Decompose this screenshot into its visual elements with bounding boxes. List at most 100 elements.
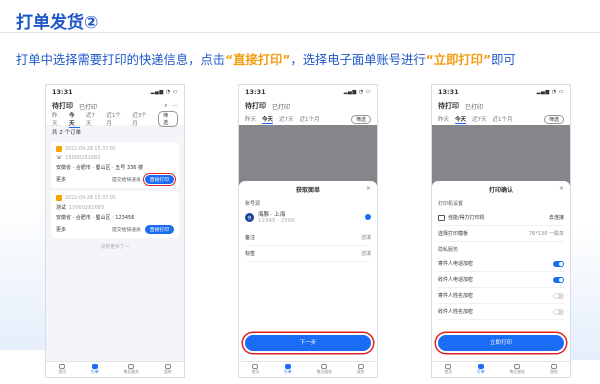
filter-button[interactable]: 筛选	[158, 111, 179, 127]
direct-print-button[interactable]: 直接打印	[144, 225, 174, 234]
close-icon[interactable]: ✕	[559, 185, 564, 192]
submit-courier-link[interactable]: 提交给快递员	[112, 226, 141, 233]
bottom-tabbar: 首页 打单 售后服务 我的	[432, 361, 570, 377]
date-tabs: 昨天 今天 近7天 近1个月 筛选	[432, 113, 570, 125]
tabbar-print[interactable]: 打单	[477, 364, 485, 375]
more-link[interactable]: 更多	[56, 176, 66, 183]
tabbar-print[interactable]: 打单	[284, 364, 292, 375]
row-label: 标签	[245, 251, 256, 257]
tab-printed[interactable]: 已打印	[79, 102, 97, 111]
tabbar-aftersale[interactable]: 售后服务	[124, 364, 139, 375]
account-sub: 12345 · 2500	[258, 218, 295, 224]
order-address: 安徽省 · 合肥市 · 蜀山区 · 五号 336 楼	[56, 165, 144, 171]
sheet-title: 打印确认	[488, 187, 513, 194]
tab-1month[interactable]: 近1个月	[300, 115, 320, 123]
tab-printed[interactable]: 已打印	[465, 102, 483, 111]
filter-button[interactable]: 筛选	[350, 114, 371, 124]
status-time: 13:31	[438, 88, 459, 96]
toggle-switch[interactable]	[553, 308, 564, 315]
app-header: 待打印 已打印	[239, 99, 377, 113]
toggle-switch[interactable]	[553, 276, 564, 283]
tabbar-mine[interactable]: 我的	[550, 364, 557, 375]
tab-1month[interactable]: 近1个月	[106, 111, 126, 127]
tab-7days[interactable]: 近7天	[86, 111, 100, 127]
tab-pending-print[interactable]: 待打印	[245, 101, 266, 111]
tabbar-label: 售后服务	[123, 369, 139, 374]
printer-icon	[438, 214, 445, 221]
signal-icon: ▂▄▆ ◔ ▭	[150, 89, 178, 95]
tabbar-aftersale[interactable]: 售后服务	[510, 364, 525, 375]
tab-1month[interactable]: 近1个月	[493, 115, 513, 123]
modal-overlay[interactable]	[239, 125, 377, 185]
tab-3months[interactable]: 近3个月	[132, 111, 152, 127]
row-value: 选填	[360, 251, 371, 257]
order-datetime: 2022-09-28 15:37:05	[65, 195, 116, 201]
slide-title: 打单发货②	[16, 13, 99, 33]
tab-pending-print[interactable]: 待打印	[438, 101, 459, 111]
phone-screenshot-print-confirm: 13:31 ▂▄▆ ◔ ▭ 待打印 已打印 昨天 今天 近7天 近1个月 筛选 …	[431, 84, 571, 378]
more-link[interactable]: 更多	[56, 226, 66, 233]
tab-7days[interactable]: 近7天	[279, 115, 294, 123]
printer-row[interactable]: 佳能/得力打印机 去连接	[438, 210, 564, 226]
tabbar-print[interactable]: 打单	[91, 364, 99, 375]
checkbox-icon[interactable]	[56, 195, 62, 201]
order-count: 共 2 个订单	[52, 130, 81, 136]
instruction-highlight-print-now: “立即打印”	[425, 53, 492, 67]
toggle-switch[interactable]	[553, 260, 564, 267]
submit-courier-link[interactable]: 提交给快递员	[112, 176, 141, 183]
tab-7days[interactable]: 近7天	[472, 115, 487, 123]
order-address: 安徽省 · 合肥市 · 蜀山区 · 123456	[56, 215, 135, 221]
sheet-title: 获取面单	[295, 187, 320, 194]
tab-today[interactable]: 今天	[68, 111, 80, 128]
order-card[interactable]: 2022-09-28 15:37:05 ☏ 15000281683 安徽省 · 合…	[51, 142, 179, 188]
more-icon[interactable]: ⋯	[173, 103, 179, 110]
checkbox-icon[interactable]	[56, 146, 62, 152]
toggle-switch[interactable]	[553, 292, 564, 299]
tab-printed[interactable]: 已打印	[272, 102, 290, 111]
row-value: 76*130 一联单	[529, 231, 564, 237]
tab-today[interactable]: 今天	[455, 115, 467, 124]
order-phone: 15000281683	[65, 155, 101, 161]
tabbar-mine[interactable]: 我的	[357, 364, 364, 375]
tabbar-label: 首页	[58, 369, 67, 374]
tabbar-label: 打单	[284, 369, 292, 374]
tag-row[interactable]: 标签 选填	[245, 246, 371, 262]
app-header: 待打印 已打印	[432, 99, 570, 113]
instruction-highlight-direct-print: “直接打印”	[225, 53, 291, 67]
instruction-part: 即可	[491, 53, 516, 67]
toggle-label: 寄件人电话加密	[438, 261, 474, 267]
order-card[interactable]: 2022-09-28 15:37:05 测试 15000281683 安徽省 · …	[51, 191, 179, 238]
tabbar-mine[interactable]: 我的	[164, 364, 171, 375]
close-icon[interactable]: ✕	[366, 185, 371, 192]
tab-yesterday[interactable]: 昨天	[245, 115, 256, 123]
instruction-text: 打单中选择需要打印的快递信息，点击“直接打印”，选择电子面单账号进行“立即打印”…	[16, 50, 516, 68]
connect-link[interactable]: 去连接	[549, 214, 564, 221]
direct-print-button[interactable]: 直接打印	[142, 173, 177, 186]
order-name: 测试	[56, 205, 67, 211]
filter-button[interactable]: 筛选	[543, 114, 564, 124]
printer-name: 佳能/得力打印机	[448, 215, 485, 221]
tabbar-home[interactable]: 首页	[252, 364, 259, 375]
remark-row[interactable]: 备注 选填	[245, 230, 371, 246]
tabbar-home[interactable]: 首页	[445, 364, 452, 375]
waybill-account-option[interactable]: 快 海豚 · 上海 12345 · 2500	[245, 210, 371, 224]
toggle-label: 寄件人姓名加密	[438, 293, 474, 299]
status-bar: 13:31 ▂▄▆ ◔ ▭	[46, 85, 184, 99]
tabbar-home[interactable]: 首页	[58, 364, 67, 375]
template-row[interactable]: 选择打印模板 76*130 一联单	[438, 226, 564, 242]
next-step-button[interactable]: 下一步	[245, 335, 371, 351]
print-now-button[interactable]: 立即打印	[438, 335, 564, 351]
tabbar-label: 售后服务	[509, 369, 525, 374]
tab-pending-print[interactable]: 待打印	[52, 101, 73, 111]
selected-check-icon	[365, 214, 371, 220]
row-value: 选填	[360, 235, 371, 241]
signal-icon: ▂▄▆ ◔ ▭	[343, 89, 371, 95]
section-label: 隐私服务	[438, 247, 459, 253]
tab-yesterday[interactable]: 昨天	[438, 115, 449, 123]
modal-overlay[interactable]	[432, 125, 570, 185]
tabbar-aftersale[interactable]: 售后服务	[317, 364, 332, 375]
tab-today[interactable]: 今天	[262, 115, 274, 124]
bottom-tabbar: 首页 打单 售后服务 我的	[46, 361, 184, 377]
tab-yesterday[interactable]: 昨天	[52, 111, 63, 127]
search-icon[interactable]: ⌕	[164, 103, 167, 110]
